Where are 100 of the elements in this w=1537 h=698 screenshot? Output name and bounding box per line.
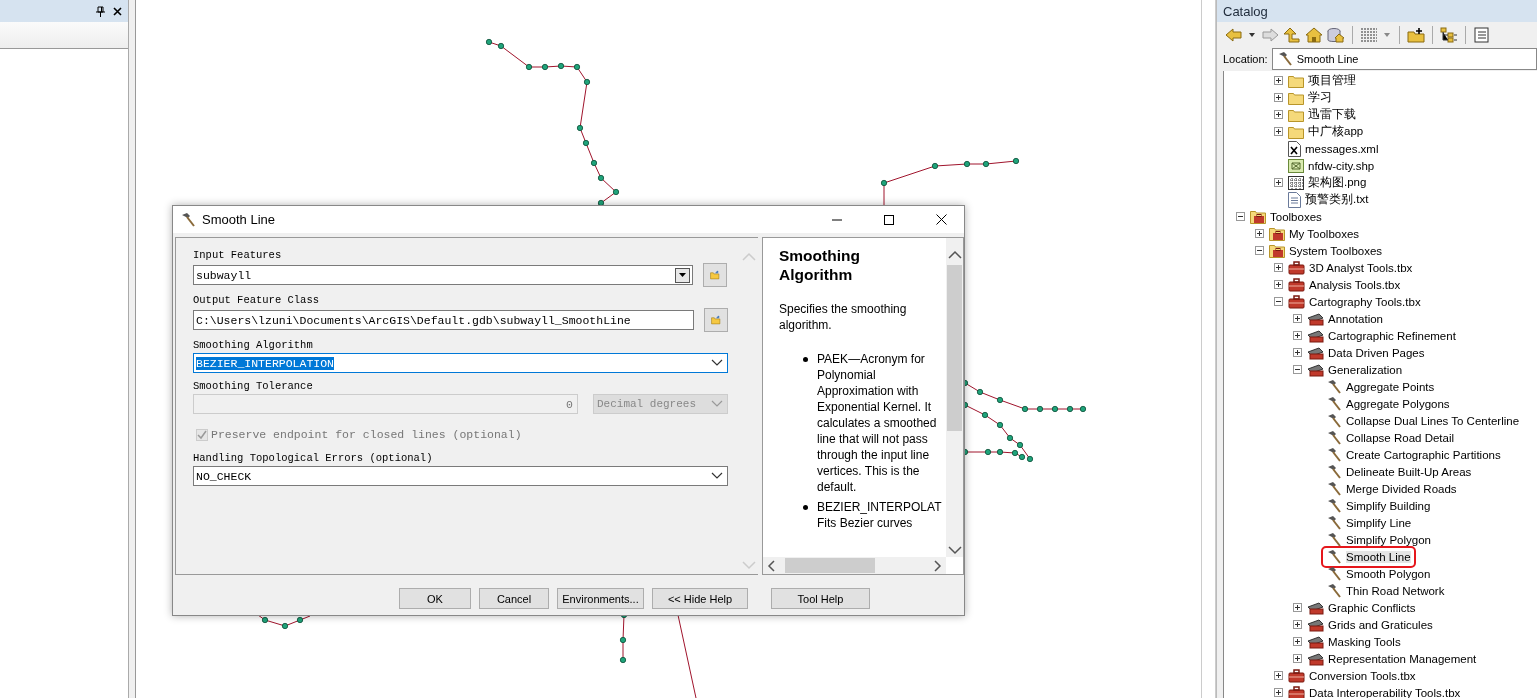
- pin-icon[interactable]: [96, 5, 105, 17]
- tree-item[interactable]: Masking Tools: [1305, 633, 1403, 650]
- grid-view-icon[interactable]: [1360, 26, 1378, 43]
- location-field[interactable]: Smooth Line: [1271, 48, 1537, 70]
- tree-item[interactable]: nfdw-city.shp: [1286, 157, 1377, 174]
- tree-item[interactable]: 项目管理: [1286, 72, 1358, 89]
- expander-icon[interactable]: [1293, 365, 1302, 374]
- dialog-button[interactable]: OK: [399, 588, 471, 609]
- tree-item[interactable]: 学习: [1286, 89, 1334, 106]
- expander-icon[interactable]: [1293, 654, 1302, 663]
- expander-icon[interactable]: [1274, 127, 1283, 136]
- expander-icon[interactable]: [1293, 637, 1302, 646]
- expander-icon[interactable]: [1293, 620, 1302, 629]
- expander-icon[interactable]: [1293, 314, 1302, 323]
- scroll-left-icon[interactable]: [767, 559, 775, 572]
- toolbox-icon: [1288, 260, 1305, 275]
- expander-icon[interactable]: [1274, 297, 1283, 306]
- details-list-icon[interactable]: [1473, 26, 1491, 43]
- up-arrow-icon[interactable]: [1283, 26, 1301, 43]
- input-field[interactable]: subwayll: [193, 265, 693, 285]
- tree-item[interactable]: Collapse Dual Lines To Centerline: [1324, 412, 1522, 429]
- text-file-icon: [1288, 191, 1301, 208]
- hammer-icon: [1326, 514, 1342, 531]
- expander-icon[interactable]: [1274, 178, 1283, 187]
- tree-item[interactable]: Cartographic Refinement: [1305, 327, 1458, 344]
- tree-item[interactable]: 3D Analyst Tools.tbx: [1286, 259, 1415, 276]
- dropdown[interactable]: BEZIER_INTERPOLATION: [193, 353, 728, 373]
- scrollbar[interactable]: [946, 238, 963, 557]
- folder-add-icon[interactable]: [1407, 26, 1425, 43]
- tree-item[interactable]: Smooth Polygon: [1324, 565, 1433, 582]
- expander-icon[interactable]: [1274, 76, 1283, 85]
- tree-item[interactable]: 中广核app: [1286, 123, 1366, 140]
- toolset-icon: [1307, 634, 1324, 649]
- dropdown-button[interactable]: [675, 267, 690, 283]
- tree-item[interactable]: Aggregate Points: [1324, 378, 1437, 395]
- scroll-up-icon[interactable]: [947, 250, 962, 259]
- toolset-icon: [1307, 617, 1324, 632]
- input-field[interactable]: C:\Users\lzuni\Documents\ArcGIS\Default.gdb\subwayll_SmoothLine: [193, 310, 694, 330]
- expander-icon[interactable]: [1293, 331, 1302, 340]
- tree-item[interactable]: Grids and Graticules: [1305, 616, 1435, 633]
- tree-item[interactable]: 迅雷下载: [1286, 106, 1358, 123]
- tree-item[interactable]: messages.xml: [1286, 140, 1381, 157]
- tree-view-icon[interactable]: [1440, 26, 1458, 43]
- window-title: Smooth Line: [202, 212, 276, 227]
- tree-item[interactable]: 预警类别.txt: [1286, 191, 1371, 208]
- help-text: Specifies the smoothing algorithm.: [779, 301, 908, 333]
- tree-item[interactable]: Data Interoperability Tools.tbx: [1286, 684, 1463, 698]
- tree-item[interactable]: Graphic Conflicts: [1305, 599, 1418, 616]
- tree-item[interactable]: Representation Management: [1305, 650, 1479, 667]
- expander-icon[interactable]: [1255, 246, 1264, 255]
- tree-item[interactable]: Create Cartographic Partitions: [1324, 446, 1503, 463]
- tree-item[interactable]: Generalization: [1305, 361, 1405, 378]
- hammer-icon: [1326, 429, 1342, 446]
- dialog-button[interactable]: Environments...: [557, 588, 644, 609]
- tree-item[interactable]: Data Driven Pages: [1305, 344, 1427, 361]
- scroll-right-icon[interactable]: [934, 559, 942, 572]
- maximize-icon[interactable]: [884, 214, 894, 225]
- tree-item[interactable]: Aggregate Polygons: [1324, 395, 1452, 412]
- database-home-icon[interactable]: [1327, 26, 1345, 43]
- expander-icon[interactable]: [1274, 688, 1283, 697]
- tree-item[interactable]: Toolboxes: [1248, 208, 1324, 225]
- dialog-button[interactable]: Tool Help: [771, 588, 870, 609]
- tree-item[interactable]: My Toolboxes: [1267, 225, 1362, 242]
- tree-item[interactable]: Conversion Tools.tbx: [1286, 667, 1418, 684]
- toolset-icon: [1307, 600, 1324, 615]
- field-label: Output Feature Class: [193, 294, 321, 308]
- expander-icon[interactable]: [1236, 212, 1245, 221]
- dropdown[interactable]: NO_CHECK: [193, 466, 728, 486]
- tree-item[interactable]: Collapse Road Detail: [1324, 429, 1457, 446]
- expander-icon[interactable]: [1255, 229, 1264, 238]
- close-icon[interactable]: [113, 6, 122, 16]
- dialog-button[interactable]: Cancel: [479, 588, 549, 609]
- tree-item[interactable]: Analysis Tools.tbx: [1286, 276, 1403, 293]
- scrollbar[interactable]: [763, 557, 946, 574]
- chevron-down-icon: [711, 472, 723, 480]
- tree-item[interactable]: Simplify Polygon: [1324, 531, 1433, 548]
- tree-item[interactable]: Simplify Building: [1324, 497, 1433, 514]
- tree-item[interactable]: Delineate Built-Up Areas: [1324, 463, 1474, 480]
- tree-item[interactable]: Cartography Tools.tbx: [1286, 293, 1423, 310]
- folder-icon: [1288, 107, 1304, 122]
- hammer-icon: [1326, 378, 1342, 395]
- tree-item[interactable]: Merge Divided Roads: [1324, 480, 1459, 497]
- expander-icon[interactable]: [1274, 671, 1283, 680]
- hammer-icon: [1326, 497, 1342, 514]
- expander-icon[interactable]: [1293, 603, 1302, 612]
- expander-icon[interactable]: [1274, 280, 1283, 289]
- tree-item[interactable]: 架构图.png: [1286, 174, 1369, 191]
- tree-item[interactable]: Thin Road Network: [1324, 582, 1447, 599]
- home-icon[interactable]: [1305, 26, 1323, 43]
- tree-item[interactable]: System Toolboxes: [1267, 242, 1385, 259]
- expander-icon[interactable]: [1274, 93, 1283, 102]
- tree-item[interactable]: Simplify Line: [1324, 514, 1414, 531]
- tree-item[interactable]: Annotation: [1305, 310, 1385, 327]
- expander-icon[interactable]: [1293, 348, 1302, 357]
- expander-icon[interactable]: [1274, 110, 1283, 119]
- expander-icon[interactable]: [1274, 263, 1283, 272]
- bullet-icon: [803, 357, 808, 362]
- dialog-button[interactable]: << Hide Help: [652, 588, 748, 609]
- close-icon[interactable]: [935, 214, 947, 225]
- scroll-down-icon[interactable]: [947, 546, 962, 555]
